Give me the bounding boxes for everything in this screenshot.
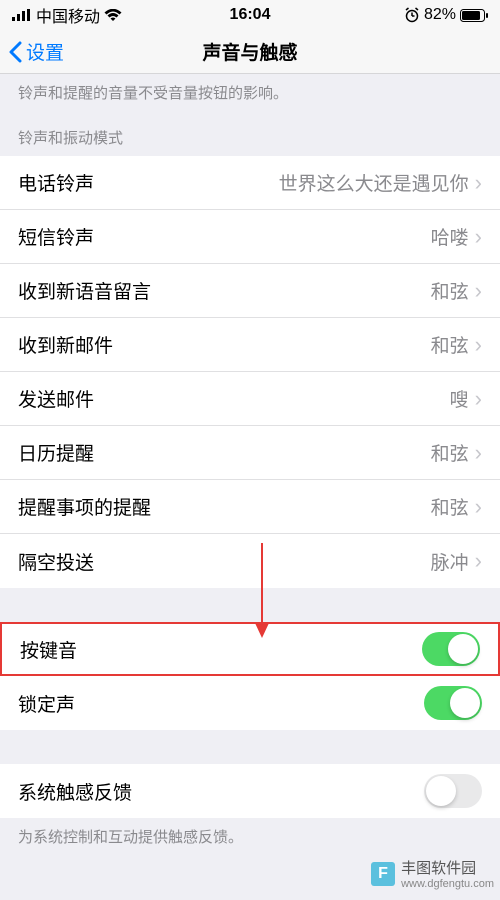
row-system-haptics: 系统触感反馈 bbox=[0, 764, 500, 818]
nav-bar: 设置 声音与触感 bbox=[0, 30, 500, 74]
row-ringtone[interactable]: 电话铃声 世界这么大还是遇见你 › bbox=[0, 156, 500, 210]
haptics-list: 系统触感反馈 bbox=[0, 764, 500, 818]
row-label: 收到新语音留言 bbox=[18, 277, 431, 304]
row-label: 短信铃声 bbox=[18, 223, 431, 250]
row-calendar-alert[interactable]: 日历提醒 和弦 › bbox=[0, 426, 500, 480]
wifi-icon bbox=[104, 9, 122, 22]
chevron-right-icon: › bbox=[475, 442, 482, 464]
chevron-right-icon: › bbox=[475, 334, 482, 356]
row-value: 哈喽 bbox=[431, 223, 469, 250]
row-text-tone[interactable]: 短信铃声 哈喽 › bbox=[0, 210, 500, 264]
back-label: 设置 bbox=[26, 38, 64, 65]
row-label: 日历提醒 bbox=[18, 439, 431, 466]
toggle-list: 按键音 锁定声 bbox=[0, 622, 500, 730]
row-value: 嗖 bbox=[450, 385, 469, 412]
toggle-keyboard-clicks[interactable] bbox=[422, 632, 480, 666]
row-airdrop[interactable]: 隔空投送 脉冲 › bbox=[0, 534, 500, 588]
battery-icon bbox=[460, 9, 488, 22]
row-sent-mail[interactable]: 发送邮件 嗖 › bbox=[0, 372, 500, 426]
alarm-icon bbox=[404, 7, 420, 23]
watermark: F 丰图软件园 www.dgfengtu.com bbox=[371, 857, 494, 890]
row-value: 和弦 bbox=[431, 493, 469, 520]
volume-footer-text: 铃声和提醒的音量不受音量按钮的影响。 bbox=[0, 74, 500, 113]
status-time: 16:04 bbox=[230, 6, 271, 24]
toggle-system-haptics[interactable] bbox=[424, 774, 482, 808]
row-reminder-alert[interactable]: 提醒事项的提醒 和弦 › bbox=[0, 480, 500, 534]
row-label: 隔空投送 bbox=[18, 548, 431, 575]
row-value: 世界这么大还是遇见你 bbox=[279, 169, 469, 196]
row-label: 发送邮件 bbox=[18, 385, 450, 412]
signal-icon bbox=[12, 9, 32, 21]
row-lock-sound: 锁定声 bbox=[0, 676, 500, 730]
battery-percent: 82% bbox=[424, 6, 456, 24]
toggle-lock-sound[interactable] bbox=[424, 686, 482, 720]
watermark-url: www.dgfengtu.com bbox=[401, 878, 494, 890]
row-value: 和弦 bbox=[431, 277, 469, 304]
row-label: 提醒事项的提醒 bbox=[18, 493, 431, 520]
row-value: 脉冲 bbox=[431, 548, 469, 575]
sound-list: 电话铃声 世界这么大还是遇见你 › 短信铃声 哈喽 › 收到新语音留言 和弦 ›… bbox=[0, 156, 500, 588]
row-keyboard-clicks: 按键音 bbox=[0, 622, 500, 676]
section-header-sounds: 铃声和振动模式 bbox=[0, 113, 500, 156]
row-new-mail[interactable]: 收到新邮件 和弦 › bbox=[0, 318, 500, 372]
watermark-name: 丰图软件园 bbox=[401, 860, 476, 877]
content-scroll[interactable]: 铃声和提醒的音量不受音量按钮的影响。 铃声和振动模式 电话铃声 世界这么大还是遇… bbox=[0, 74, 500, 900]
row-value: 和弦 bbox=[431, 439, 469, 466]
chevron-left-icon bbox=[8, 41, 22, 63]
row-label: 系统触感反馈 bbox=[18, 778, 424, 805]
page-title: 声音与触感 bbox=[202, 38, 297, 65]
back-button[interactable]: 设置 bbox=[8, 38, 64, 65]
row-label: 锁定声 bbox=[18, 690, 424, 717]
chevron-right-icon: › bbox=[475, 172, 482, 194]
chevron-right-icon: › bbox=[475, 550, 482, 572]
row-value: 和弦 bbox=[431, 331, 469, 358]
chevron-right-icon: › bbox=[475, 280, 482, 302]
row-voicemail[interactable]: 收到新语音留言 和弦 › bbox=[0, 264, 500, 318]
row-label: 电话铃声 bbox=[18, 169, 279, 196]
carrier-label: 中国移动 bbox=[36, 3, 100, 27]
status-bar: 中国移动 16:04 82% bbox=[0, 0, 500, 30]
haptics-footer-text: 为系统控制和互动提供触感反馈。 bbox=[0, 818, 500, 857]
chevron-right-icon: › bbox=[475, 388, 482, 410]
chevron-right-icon: › bbox=[475, 226, 482, 248]
watermark-logo-icon: F bbox=[371, 862, 395, 886]
row-label: 收到新邮件 bbox=[18, 331, 431, 358]
row-label: 按键音 bbox=[20, 636, 422, 663]
chevron-right-icon: › bbox=[475, 496, 482, 518]
